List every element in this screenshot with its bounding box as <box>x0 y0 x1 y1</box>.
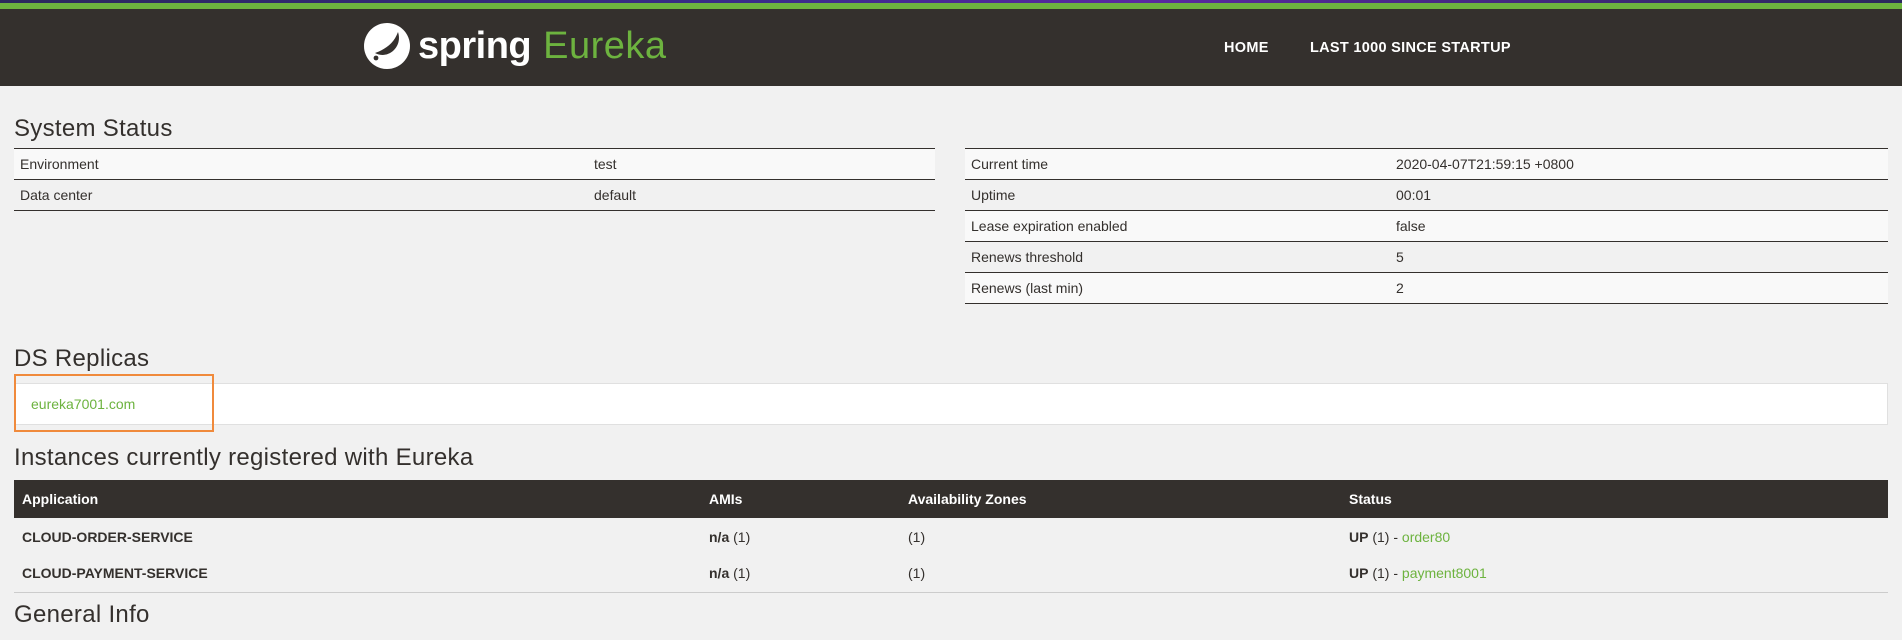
env-label: Environment <box>14 148 588 180</box>
replica-link[interactable]: eureka7001.com <box>31 384 135 424</box>
col-availability-zones: Availability Zones <box>900 480 1341 518</box>
navbar: spring Eureka HOME LAST 1000 SINCE START… <box>0 9 1902 86</box>
system-status-heading: System Status <box>14 115 173 142</box>
amis-cell: n/a (1) <box>701 555 900 593</box>
status-count: (1) - <box>1372 565 1402 582</box>
nav-last-1000-link[interactable]: LAST 1000 SINCE STARTUP <box>1310 9 1511 86</box>
status-value: UP <box>1349 565 1369 582</box>
renews-last-min-label: Renews (last min) <box>965 272 1390 304</box>
instances-heading: Instances currently registered with Eure… <box>14 444 474 471</box>
table-row: Environment test <box>14 148 935 180</box>
table-header-row: Application AMIs Availability Zones Stat… <box>14 480 1888 518</box>
app-name: CLOUD-PAYMENT-SERVICE <box>14 555 701 593</box>
zones-cell: (1) <box>900 518 1341 555</box>
instance-link[interactable]: payment8001 <box>1402 565 1487 581</box>
ds-replicas-list: eureka7001.com <box>14 374 1888 432</box>
brand-spring-text: spring <box>418 24 532 67</box>
table-row: Renews (last min) 2 <box>965 272 1888 304</box>
amis-value: n/a <box>709 528 730 545</box>
table-row: CLOUD-ORDER-SERVICE n/a (1) (1) UP (1) -… <box>14 518 1888 555</box>
zones-cell: (1) <box>900 555 1341 593</box>
status-cell: UP (1) - order80 <box>1341 518 1888 555</box>
uptime-label: Uptime <box>965 179 1390 211</box>
renews-threshold-value: 5 <box>1390 241 1888 273</box>
spring-logo[interactable]: spring Eureka <box>364 21 667 71</box>
main-content: System Status Environment test Data cent… <box>0 115 1902 629</box>
lease-expiration-value: false <box>1390 210 1888 242</box>
amis-cell: n/a (1) <box>701 518 900 555</box>
spring-leaf-icon <box>364 23 410 69</box>
col-status: Status <box>1341 480 1888 518</box>
renews-threshold-label: Renews threshold <box>965 241 1390 273</box>
system-status-left-table: Environment test Data center default <box>14 148 935 211</box>
table-row: CLOUD-PAYMENT-SERVICE n/a (1) (1) UP (1)… <box>14 555 1888 593</box>
table-row: Lease expiration enabled false <box>965 210 1888 242</box>
brand-eureka-text: Eureka <box>543 24 667 67</box>
amis-count: (1) <box>733 528 751 545</box>
status-cell: UP (1) - payment8001 <box>1341 555 1888 593</box>
datacenter-label: Data center <box>14 179 588 211</box>
amis-count: (1) <box>733 565 751 582</box>
lease-expiration-label: Lease expiration enabled <box>965 210 1390 242</box>
app-name: CLOUD-ORDER-SERVICE <box>14 518 701 555</box>
renews-last-min-value: 2 <box>1390 272 1888 304</box>
nav-home-link[interactable]: HOME <box>1224 9 1269 86</box>
system-status-section: Environment test Data center default Cur… <box>14 148 1888 341</box>
col-application: Application <box>14 480 701 518</box>
table-row: Renews threshold 5 <box>965 241 1888 273</box>
status-value: UP <box>1349 528 1369 545</box>
general-info-heading: General Info <box>14 600 150 628</box>
status-count: (1) - <box>1372 528 1402 545</box>
instances-table: Application AMIs Availability Zones Stat… <box>14 480 1888 593</box>
instance-link[interactable]: order80 <box>1402 529 1450 545</box>
table-row: Current time 2020-04-07T21:59:15 +0800 <box>965 148 1888 180</box>
uptime-value: 00:01 <box>1390 179 1888 211</box>
current-time-value: 2020-04-07T21:59:15 +0800 <box>1390 148 1888 180</box>
table-row: Uptime 00:01 <box>965 179 1888 211</box>
system-status-right-table: Current time 2020-04-07T21:59:15 +0800 U… <box>965 148 1888 304</box>
col-amis: AMIs <box>701 480 900 518</box>
table-row: Data center default <box>14 179 935 211</box>
current-time-label: Current time <box>965 148 1390 180</box>
datacenter-value: default <box>588 179 935 211</box>
ds-replicas-heading: DS Replicas <box>14 345 150 372</box>
env-value: test <box>588 148 935 180</box>
amis-value: n/a <box>709 565 730 582</box>
